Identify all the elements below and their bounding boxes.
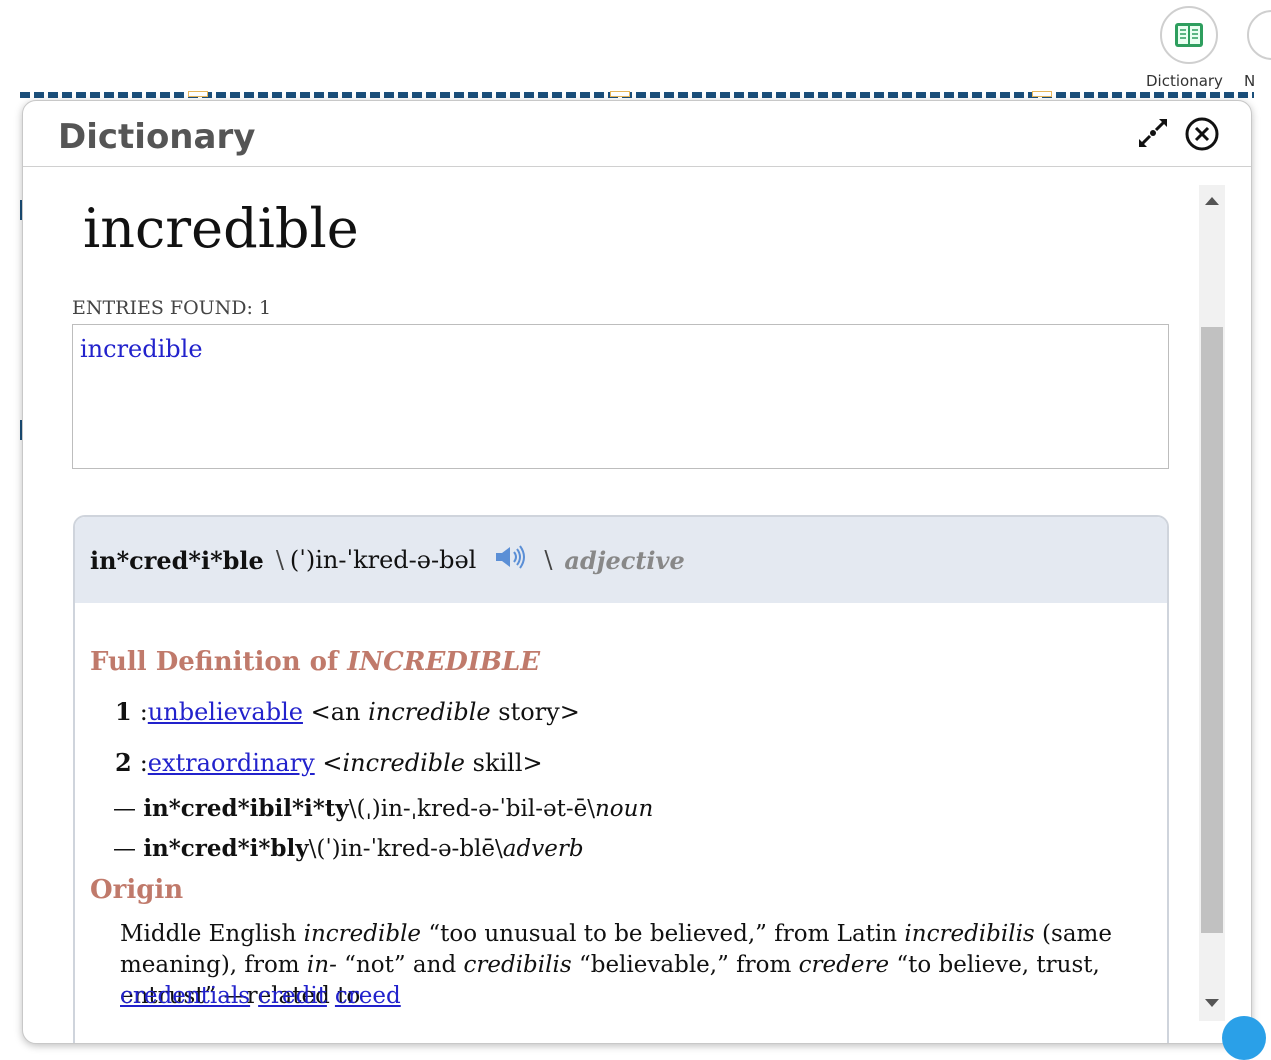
related-link[interactable]: creed (335, 983, 401, 1009)
scroll-down-arrow-icon[interactable] (1205, 999, 1219, 1007)
search-headword: incredible (83, 197, 359, 260)
dictionary-content: incredible ENTRIES FOUND: 1 incredible i… (23, 167, 1198, 1043)
scrollbar-thumb[interactable] (1201, 327, 1223, 933)
related-link[interactable]: credit (258, 983, 327, 1009)
entry-header: in*cred*i*ble \ (ˈ)in-ˈkred-ə-bəl \ adje… (75, 517, 1167, 603)
definition-title: Full Definition of INCREDIBLE (90, 647, 541, 677)
dictionary-panel: Dictionary incredible ENTRIES FOUND: 1 i… (22, 100, 1252, 1044)
dictionary-tool-label: Dictionary (1146, 72, 1223, 90)
next-tool-button[interactable] (1247, 10, 1271, 60)
scroll-up-arrow-icon[interactable] (1205, 197, 1219, 205)
scrollbar[interactable] (1199, 185, 1225, 1021)
related-links: credentials credit creed (120, 983, 409, 1009)
next-tool-label: N (1244, 72, 1256, 90)
clipped-text (83, 179, 263, 185)
book-icon (1175, 23, 1203, 47)
definition-link[interactable]: unbelievable (148, 698, 303, 726)
pronunciation: (ˈ)in-ˈkred-ə-bəl (289, 546, 477, 574)
entry-link[interactable]: incredible (80, 335, 203, 363)
dictionary-tool-button[interactable] (1160, 6, 1218, 64)
definition-item: 1:unbelievable <an incredible story> (115, 697, 580, 726)
pron-close: \ (544, 546, 553, 574)
toolbar-divider (20, 91, 1254, 98)
run-on-entry: — in*cred*i*bly\(ˈ)in-ˈkred-ə-blē\adverb (113, 835, 584, 862)
expand-icon[interactable] (1135, 115, 1171, 151)
definition-item: 2:extraordinary <incredible skill> (115, 748, 543, 777)
definition-link[interactable]: extraordinary (148, 749, 315, 777)
entries-found-label: ENTRIES FOUND: 1 (72, 297, 272, 319)
speaker-icon[interactable] (494, 544, 528, 576)
entries-list: incredible (72, 324, 1169, 469)
entry-headword: in*cred*i*ble (90, 545, 264, 575)
pron-open: \ (275, 546, 284, 574)
related-link[interactable]: credentials (120, 983, 250, 1009)
panel-header: Dictionary (23, 101, 1251, 167)
origin-title: Origin (90, 875, 184, 905)
part-of-speech: adjective (564, 545, 685, 575)
panel-title: Dictionary (58, 117, 256, 157)
run-on-entry: — in*cred*ibil*i*ty\(ˌ)in-ˌkred-ə-ˈbil-ə… (113, 795, 654, 822)
floating-action-button[interactable] (1222, 1016, 1266, 1060)
close-icon[interactable] (1183, 115, 1221, 153)
entry-card: in*cred*i*ble \ (ˈ)in-ˈkred-ə-bəl \ adje… (73, 515, 1169, 1043)
